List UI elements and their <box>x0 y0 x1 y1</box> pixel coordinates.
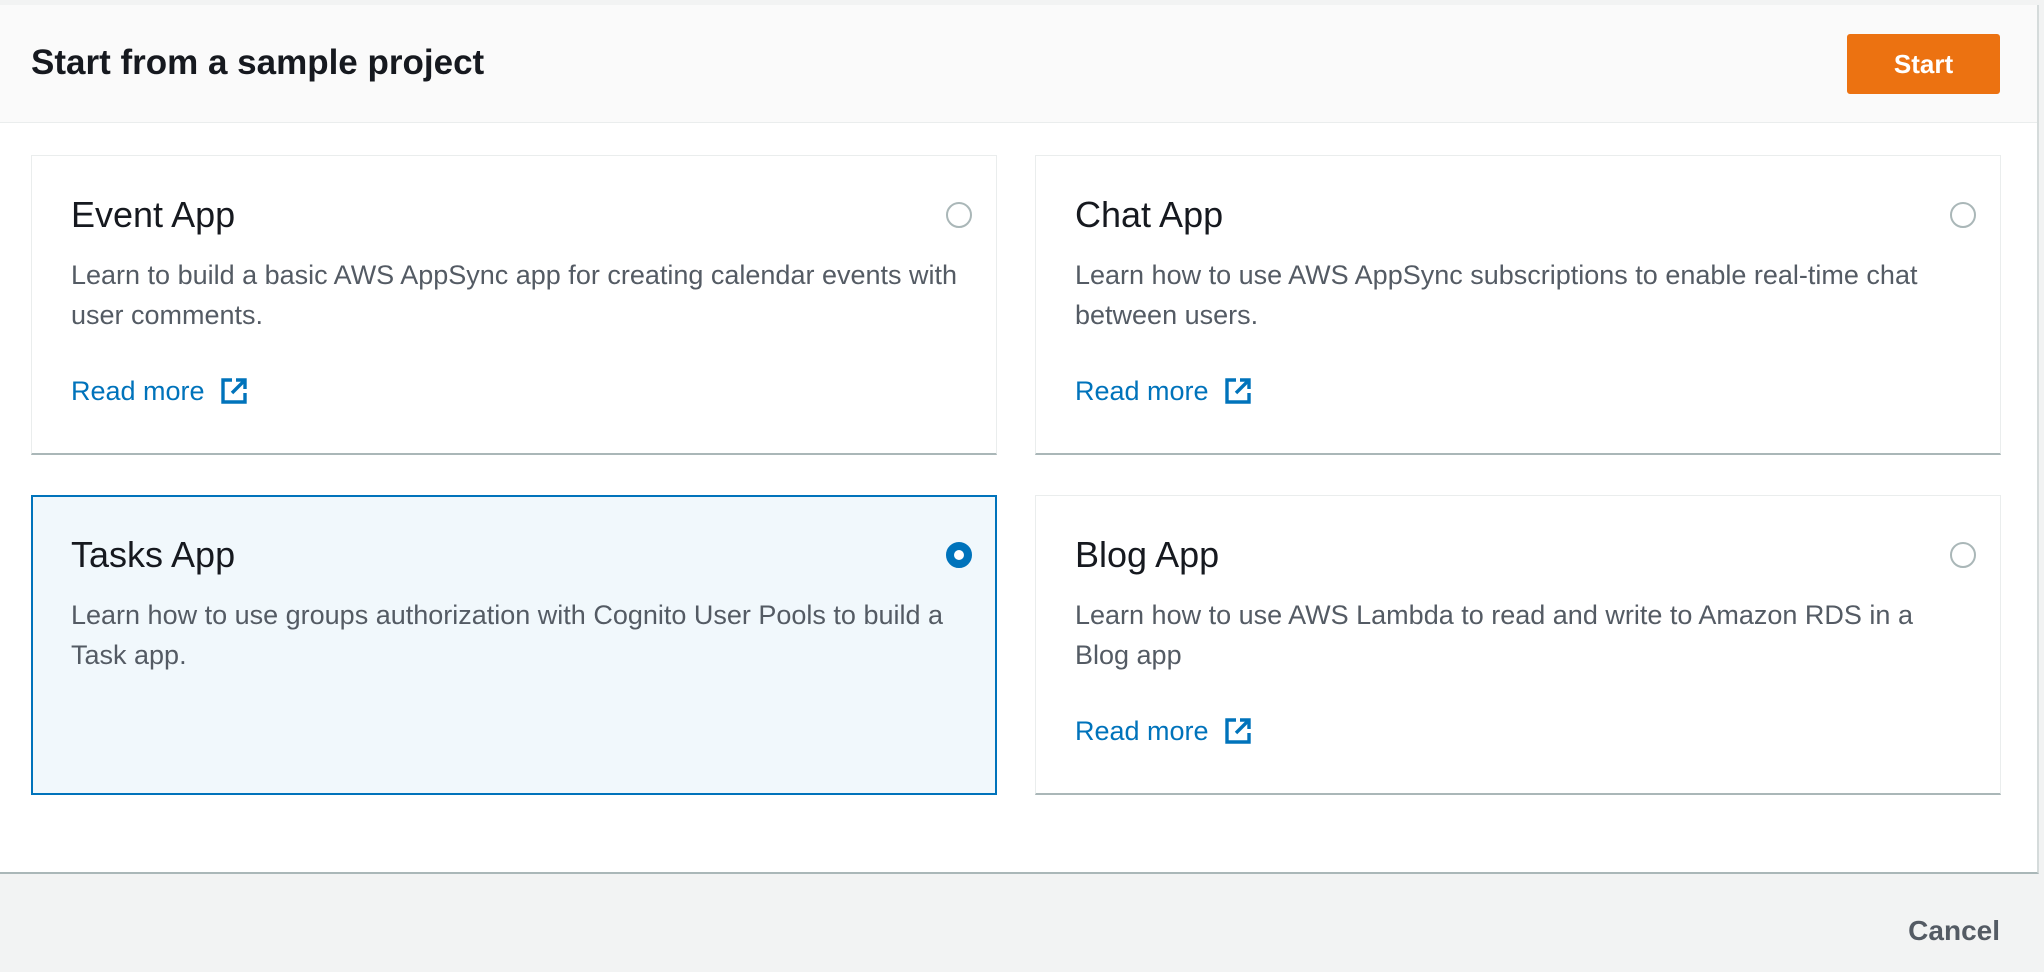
card-description: Learn how to use AWS AppSync subscriptio… <box>1075 260 1918 330</box>
read-more-link[interactable]: Read more <box>1075 711 1253 751</box>
project-card-blog-app[interactable]: Blog App Learn how to use AWS Lambda to … <box>1035 495 2001 795</box>
project-card-tasks-app[interactable]: Tasks App Learn how to use groups author… <box>31 495 997 795</box>
read-more-link[interactable]: Read more <box>1075 371 1253 411</box>
radio-chat-app[interactable] <box>1950 202 1976 228</box>
read-more-link[interactable]: Read more <box>71 371 249 411</box>
panel-header: Start from a sample project Start <box>0 5 2037 123</box>
card-title: Blog App <box>1075 534 1220 575</box>
project-card-event-app[interactable]: Event App Learn to build a basic AWS App… <box>31 155 997 455</box>
card-description: Learn how to use groups authorization wi… <box>71 600 944 670</box>
panel-title: Start from a sample project <box>31 43 485 82</box>
radio-tasks-app[interactable] <box>946 542 972 568</box>
start-button[interactable]: Start <box>1847 34 2000 94</box>
external-link-icon <box>1224 378 1251 404</box>
radio-event-app[interactable] <box>946 202 972 228</box>
card-title: Tasks App <box>71 534 236 575</box>
cancel-button[interactable]: Cancel <box>1890 915 2000 947</box>
read-more-label: Read more <box>1075 376 1209 406</box>
read-more-label: Read more <box>71 376 205 406</box>
card-description: Learn to build a basic AWS AppSync app f… <box>71 260 958 330</box>
read-more-label: Read more <box>1075 716 1209 746</box>
card-title: Event App <box>71 194 236 235</box>
sample-project-panel: Start from a sample project Start Event … <box>0 5 2039 874</box>
card-description: Learn how to use AWS Lambda to read and … <box>1075 600 1913 670</box>
external-link-icon <box>1224 718 1251 744</box>
external-link-icon <box>220 378 247 404</box>
project-card-chat-app[interactable]: Chat App Learn how to use AWS AppSync su… <box>1035 155 2001 455</box>
card-title: Chat App <box>1075 194 1224 235</box>
radio-blog-app[interactable] <box>1950 542 1976 568</box>
